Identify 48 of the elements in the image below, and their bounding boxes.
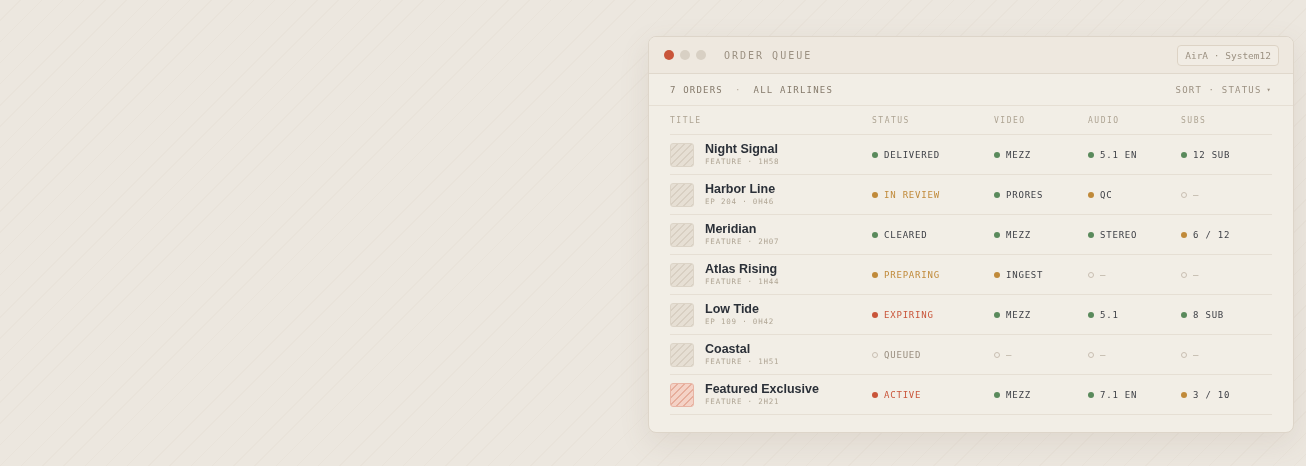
cell-text: PRORES: [1006, 189, 1044, 200]
separator-dot: ·: [734, 84, 742, 95]
column-header: TITLE: [670, 115, 703, 125]
cell-text: MEZZ: [1006, 389, 1031, 400]
cell-text: 5.1 EN: [1100, 149, 1138, 160]
cell-text: —: [1006, 349, 1013, 360]
minimize-button[interactable]: [680, 50, 690, 60]
cell-text: EXPIRING: [884, 309, 934, 320]
cell-text: MEZZ: [1006, 229, 1031, 240]
cell-text: —: [1193, 189, 1200, 200]
system-badge: AirA · System12: [1177, 44, 1279, 66]
cell-text: 12 SUB: [1193, 149, 1231, 160]
cell-text: —: [1100, 269, 1107, 280]
order-title: Harbor Line: [705, 182, 776, 196]
cell-text: INGEST: [1006, 269, 1044, 280]
cell-text: MEZZ: [1006, 309, 1031, 320]
column-header: AUDIO: [1088, 115, 1121, 125]
cell-text: 5.1: [1100, 309, 1119, 320]
cell-text: —: [1193, 269, 1200, 280]
cell-text: ACTIVE: [884, 389, 922, 400]
cell-text: MEZZ: [1006, 149, 1031, 160]
cell-text: CLEARED: [884, 229, 928, 240]
cell-text: 3 / 10: [1193, 389, 1231, 400]
cell-text: 7.1 EN: [1100, 389, 1138, 400]
column-header: SUBS: [1181, 115, 1208, 125]
cell-text: —: [1193, 349, 1200, 360]
maximize-button[interactable]: [696, 50, 706, 60]
cell-text: QUEUED: [884, 349, 922, 360]
cell-text: QC: [1100, 189, 1113, 200]
cell-text: IN REVIEW: [884, 189, 940, 200]
window-title: ORDER QUEUE: [724, 49, 814, 61]
column-header: VIDEO: [994, 115, 1027, 125]
close-button[interactable]: [664, 50, 674, 60]
cell-text: —: [1100, 349, 1107, 360]
cell-text: DELIVERED: [884, 149, 940, 160]
order-count: 7 ORDERS: [670, 84, 723, 95]
order-title: Night Signal: [705, 142, 779, 156]
cell-text: PREPARING: [884, 269, 940, 280]
cell-text: 8 SUB: [1193, 309, 1225, 320]
order-title: Coastal: [705, 342, 752, 356]
order-title: Low Tide: [705, 302, 760, 316]
airline-filter[interactable]: ALL AIRLINES: [753, 84, 833, 95]
order-title: Meridian: [705, 222, 758, 236]
order-title: Atlas Rising: [705, 262, 779, 276]
order-title: Featured Exclusive: [705, 382, 819, 396]
cell-text: 6 / 12: [1193, 229, 1231, 240]
cell-text: STEREO: [1100, 229, 1138, 240]
column-header: STATUS: [872, 115, 911, 125]
